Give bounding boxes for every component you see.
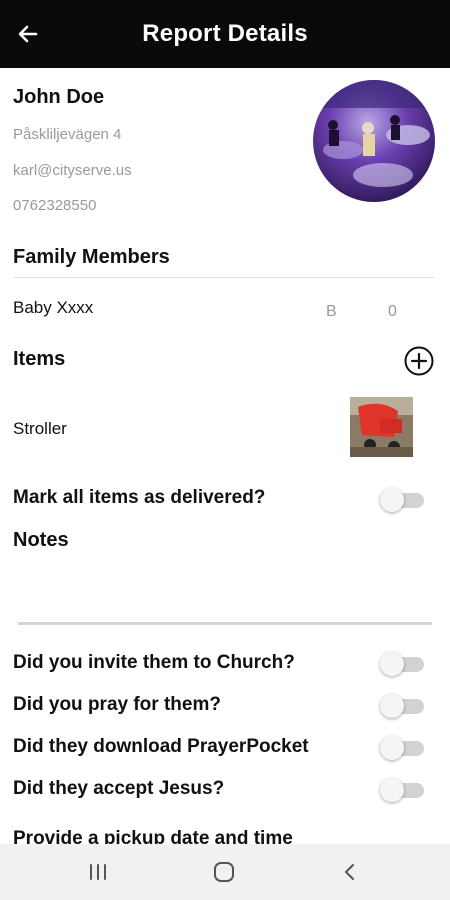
person-name: John Doe bbox=[13, 86, 105, 108]
home-button[interactable] bbox=[209, 858, 239, 886]
mark-delivered-label: Mark all items as delivered? bbox=[13, 487, 266, 508]
question-toggle-jesus[interactable] bbox=[380, 778, 424, 802]
family-member-name: Baby Xxxx bbox=[13, 298, 94, 317]
app-bar: Report Details bbox=[0, 0, 450, 68]
pickup-label: Provide a pickup date and time bbox=[13, 828, 293, 844]
question-label-prayerpocket: Did they download PrayerPocket bbox=[13, 736, 309, 757]
question-label-pray: Did you pray for them? bbox=[13, 694, 221, 715]
person-email: karl@cityserve.us bbox=[13, 162, 132, 179]
question-toggle-prayerpocket[interactable] bbox=[380, 736, 424, 760]
recent-apps-button[interactable] bbox=[83, 858, 113, 886]
item-thumbnail[interactable] bbox=[350, 397, 413, 457]
question-label-jesus: Did they accept Jesus? bbox=[13, 778, 225, 799]
question-toggle-church[interactable] bbox=[380, 652, 424, 676]
person-phone: 0762328550 bbox=[13, 197, 97, 214]
add-item-button[interactable] bbox=[404, 346, 434, 376]
system-back-icon bbox=[345, 864, 354, 880]
home-icon bbox=[214, 862, 234, 882]
items-heading: Items bbox=[13, 348, 66, 370]
person-address: Påskliljevägen 4 bbox=[13, 126, 122, 143]
family-members-heading: Family Members bbox=[13, 246, 170, 268]
system-navigation-bar bbox=[0, 844, 450, 900]
recent-apps-icon bbox=[90, 864, 106, 880]
avatar bbox=[313, 80, 435, 202]
question-label-church: Did you invite them to Church? bbox=[13, 652, 295, 673]
system-back-button[interactable] bbox=[335, 858, 365, 886]
question-toggle-pray[interactable] bbox=[380, 694, 424, 718]
report-content[interactable]: John Doe Påskliljevägen 4 karl@cityserve… bbox=[0, 68, 450, 844]
page-title: Report Details bbox=[142, 20, 308, 47]
notes-heading: Notes bbox=[13, 529, 69, 551]
item-name: Stroller bbox=[13, 419, 67, 438]
mark-delivered-toggle[interactable] bbox=[380, 488, 424, 512]
divider bbox=[13, 277, 435, 278]
stroller-photo bbox=[350, 397, 413, 457]
family-member-gender: B bbox=[326, 303, 337, 320]
plus-circle-icon bbox=[404, 346, 434, 376]
notes-underline bbox=[18, 622, 432, 625]
notes-field[interactable] bbox=[13, 563, 435, 618]
family-member-age: 0 bbox=[388, 303, 397, 320]
